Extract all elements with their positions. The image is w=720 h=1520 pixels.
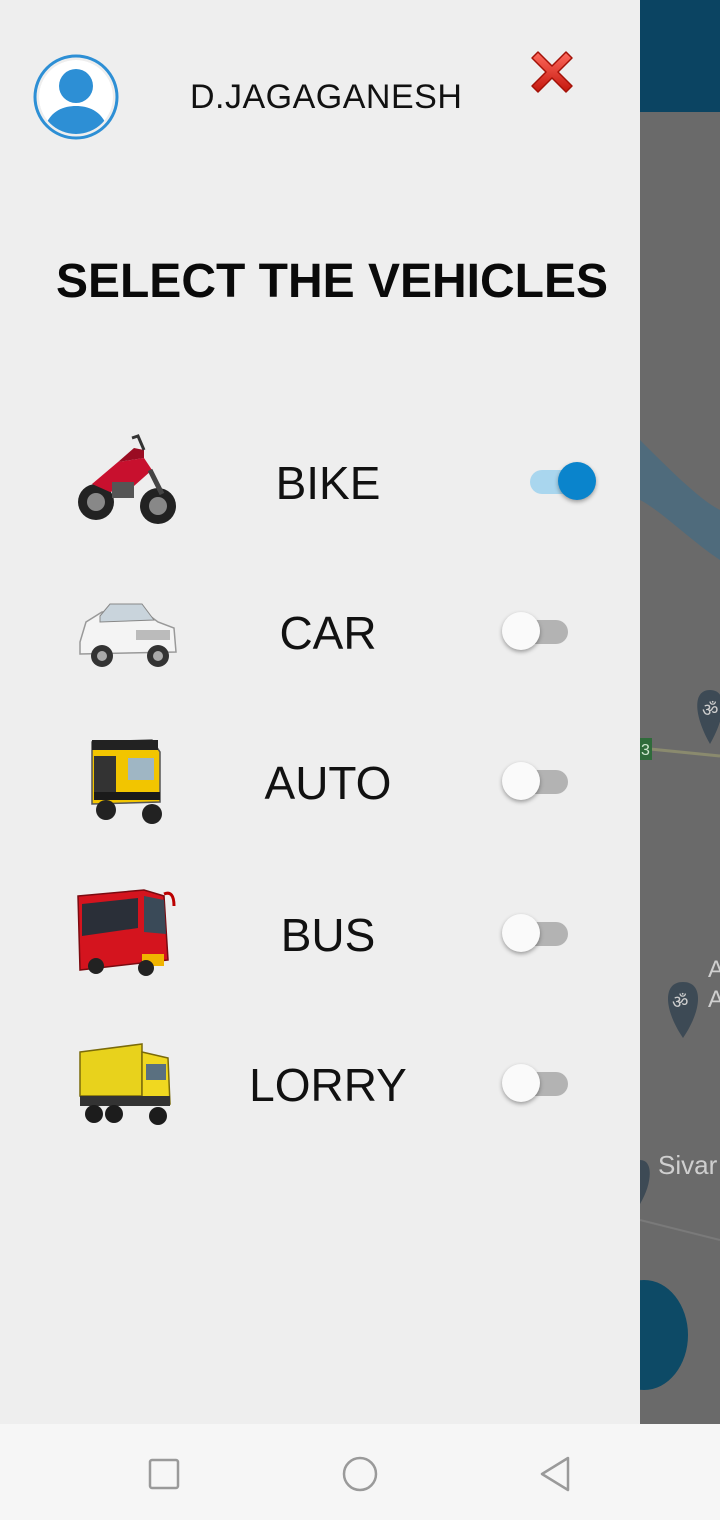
toggle-knob <box>502 612 540 650</box>
vehicle-label-lorry: LORRY <box>249 1059 407 1111</box>
vehicle-drawer: D.JAGAGANESH SELECT THE VEHICLES BIKE CA… <box>0 0 640 1424</box>
vehicle-label-bike: BIKE <box>275 457 381 509</box>
map-label-a2: A <box>708 986 720 1013</box>
toggle-lorry[interactable] <box>502 1062 582 1104</box>
screen: ॐ ॐ 3 A A Sivar D.JAGAGANESH SELECT THE … <box>0 0 720 1520</box>
svg-text:ॐ: ॐ <box>672 992 688 1013</box>
toggle-car[interactable] <box>502 610 582 652</box>
auto-rickshaw-icon <box>91 739 162 824</box>
svg-text:ॐ: ॐ <box>702 700 718 721</box>
map-label-a1: A <box>708 956 720 983</box>
vehicle-row-lorry: LORRY <box>0 1034 640 1154</box>
section-title: SELECT THE VEHICLES <box>55 255 609 308</box>
toggle-bus[interactable] <box>502 912 582 954</box>
route-badge: 3 <box>641 742 650 759</box>
toggle-knob <box>558 462 596 500</box>
user-avatar-icon[interactable] <box>32 50 120 144</box>
home-icon[interactable] <box>338 1452 382 1496</box>
vehicle-row-car: CAR <box>0 582 640 702</box>
lorry-icon <box>79 1043 171 1125</box>
bike-icon <box>78 434 176 524</box>
recent-apps-icon[interactable] <box>142 1452 186 1496</box>
map-pin-temple-1: ॐ <box>697 690 720 744</box>
vehicle-row-bus: BUS <box>0 884 640 1004</box>
toggle-knob <box>502 1064 540 1102</box>
bus-icon <box>77 889 176 976</box>
toggle-bike[interactable] <box>516 460 596 502</box>
vehicle-label-car: CAR <box>279 607 377 659</box>
close-icon[interactable] <box>526 46 578 98</box>
map-pin-temple-2: ॐ <box>667 982 699 1038</box>
back-icon[interactable] <box>534 1452 578 1496</box>
map-place-label: Sivar <box>658 1150 718 1180</box>
toggle-knob <box>502 914 540 952</box>
system-navigation-bar <box>0 1424 720 1520</box>
vehicle-row-auto: AUTO <box>0 732 640 852</box>
vehicle-label-auto: AUTO <box>264 757 392 809</box>
road-line-2 <box>639 1219 720 1241</box>
toggle-knob <box>502 762 540 800</box>
river-shape <box>640 440 720 560</box>
vehicle-label-bus: BUS <box>280 909 376 961</box>
toggle-auto[interactable] <box>502 760 582 802</box>
vehicle-row-bike: BIKE <box>0 432 640 552</box>
user-name: D.JAGAGANESH <box>190 78 463 116</box>
car-icon <box>79 603 177 667</box>
